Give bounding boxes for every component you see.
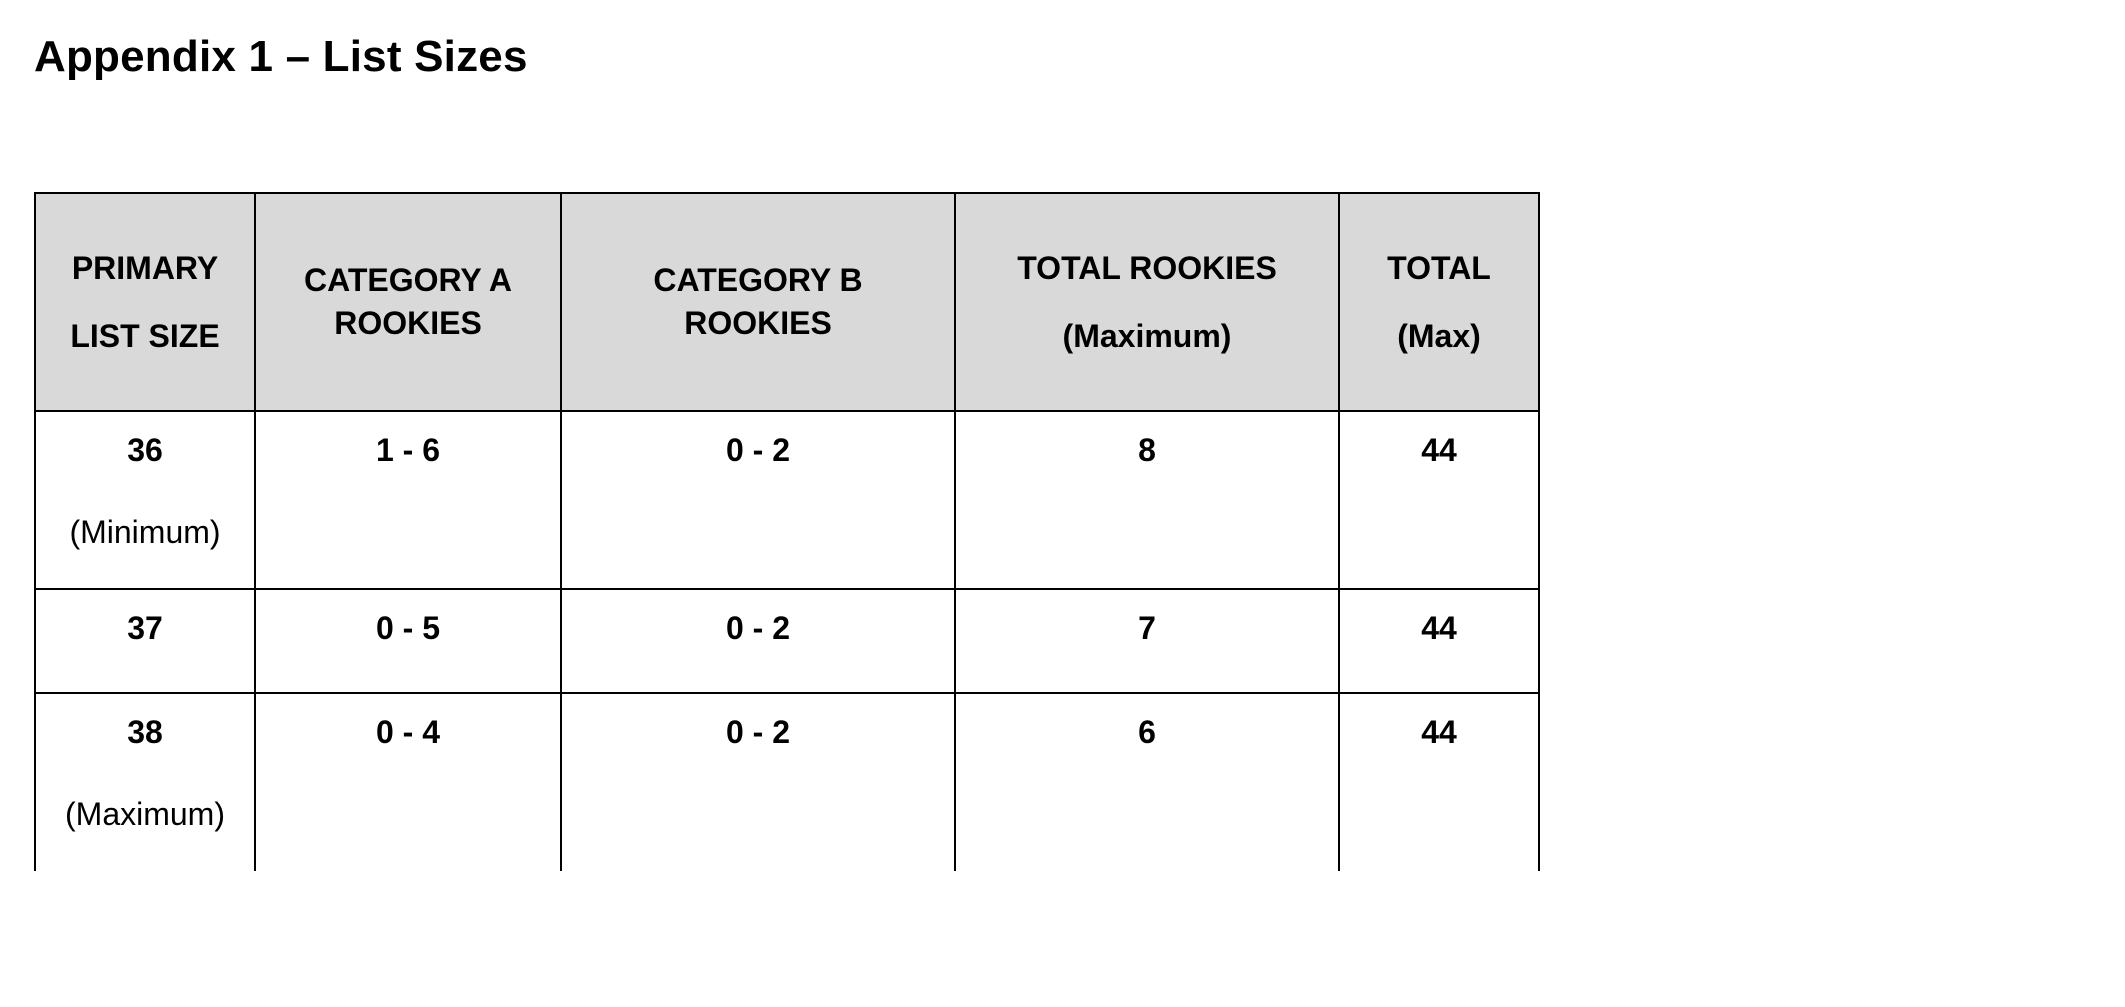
cell-value: 44 [1340, 590, 1538, 650]
table-row: 38 (Maximum) 0 - 4 0 - 2 6 44 [35, 693, 1539, 871]
cell-value: 0 - 2 [562, 694, 954, 754]
header-label: (Maximum) [1063, 316, 1232, 356]
cell-value: 0 - 2 [562, 412, 954, 472]
header-label: ROOKIES [334, 302, 482, 345]
header-label: (Max) [1397, 316, 1481, 356]
list-sizes-table: PRIMARY LIST SIZE CATEGORY A ROOKIES [34, 192, 1540, 871]
cell-primary-list-size: 37 [35, 589, 255, 693]
cell-value: 44 [1340, 412, 1538, 472]
cell-category-b-rookies: 0 - 2 [561, 693, 955, 871]
page-title: Appendix 1 – List Sizes [34, 32, 2091, 82]
cell-value: 44 [1340, 694, 1538, 754]
cell-total: 44 [1339, 693, 1539, 871]
header-label: CATEGORY A [304, 259, 512, 302]
header-category-a-rookies: CATEGORY A ROOKIES [255, 193, 561, 411]
cell-value: 0 - 4 [256, 694, 560, 754]
header-label: TOTAL ROOKIES [1017, 248, 1277, 288]
document-page: Appendix 1 – List Sizes PRIMARY LIST SIZ… [0, 0, 2125, 903]
cell-total: 44 [1339, 411, 1539, 589]
cell-category-a-rookies: 0 - 5 [255, 589, 561, 693]
cell-category-b-rookies: 0 - 2 [561, 411, 955, 589]
cell-value: 37 [36, 590, 254, 650]
cell-value: 6 [956, 694, 1338, 754]
cell-total-rookies: 8 [955, 411, 1339, 589]
cell-category-b-rookies: 0 - 2 [561, 589, 955, 693]
table-row: 36 (Minimum) 1 - 6 0 - 2 8 44 [35, 411, 1539, 589]
cell-note: (Maximum) [36, 796, 254, 833]
cell-total-rookies: 7 [955, 589, 1339, 693]
cell-value: 38 [36, 694, 254, 754]
cell-value: 36 [36, 412, 254, 472]
header-total: TOTAL (Max) [1339, 193, 1539, 411]
cell-value: 8 [956, 412, 1338, 472]
header-label: TOTAL [1387, 248, 1491, 288]
cell-total: 44 [1339, 589, 1539, 693]
header-total-rookies: TOTAL ROOKIES (Maximum) [955, 193, 1339, 411]
header-label: ROOKIES [684, 302, 832, 345]
header-primary-list-size: PRIMARY LIST SIZE [35, 193, 255, 411]
cell-note: (Minimum) [36, 514, 254, 551]
table-row: 37 0 - 5 0 - 2 7 44 [35, 589, 1539, 693]
cell-category-a-rookies: 1 - 6 [255, 411, 561, 589]
header-label: LIST SIZE [70, 316, 219, 356]
cell-primary-list-size: 38 (Maximum) [35, 693, 255, 871]
cell-primary-list-size: 36 (Minimum) [35, 411, 255, 589]
cell-value: 0 - 2 [562, 590, 954, 650]
table-header-row: PRIMARY LIST SIZE CATEGORY A ROOKIES [35, 193, 1539, 411]
cell-total-rookies: 6 [955, 693, 1339, 871]
header-category-b-rookies: CATEGORY B ROOKIES [561, 193, 955, 411]
cell-value: 1 - 6 [256, 412, 560, 472]
header-label: CATEGORY B [653, 259, 862, 302]
cell-value: 7 [956, 590, 1338, 650]
cell-category-a-rookies: 0 - 4 [255, 693, 561, 871]
cell-value: 0 - 5 [256, 590, 560, 650]
header-label: PRIMARY [72, 248, 218, 288]
